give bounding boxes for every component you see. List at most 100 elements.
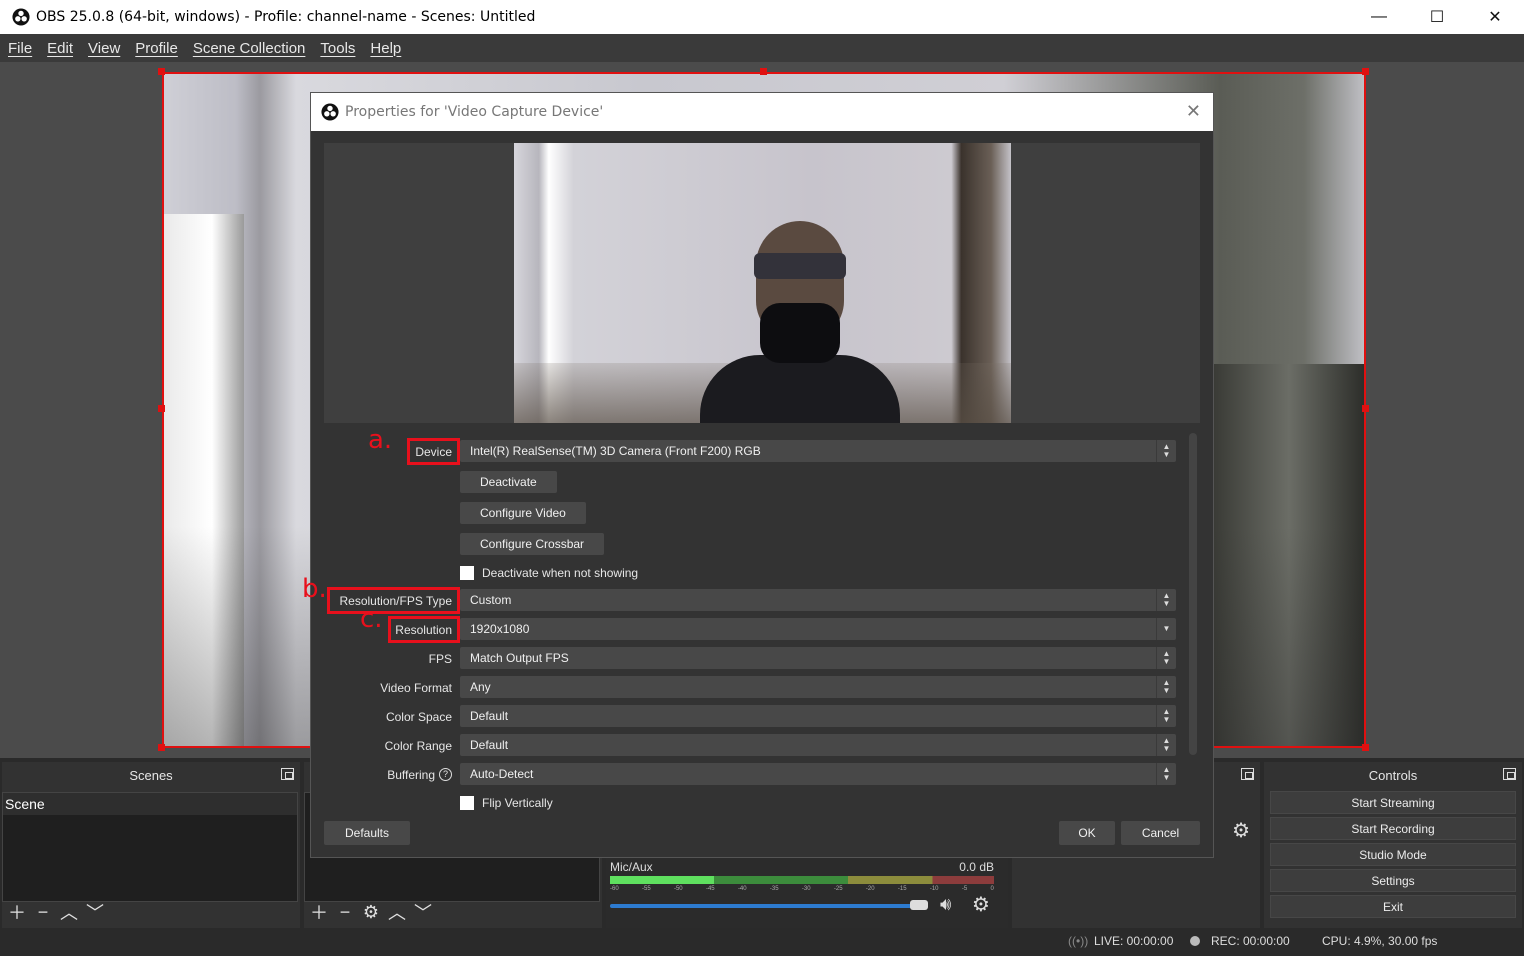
menu-file[interactable]: File	[8, 40, 32, 57]
device-value: Intel(R) RealSense(TM) 3D Camera (Front …	[470, 444, 761, 458]
color-space-value: Default	[470, 709, 509, 723]
scene-list-item[interactable]: Scene	[3, 793, 297, 815]
highlight-box	[388, 616, 460, 643]
dialog-close-button[interactable]: ✕	[1186, 101, 1201, 122]
resize-handle[interactable]	[1362, 405, 1369, 412]
defaults-button[interactable]: Defaults	[324, 821, 410, 845]
device-select[interactable]: Intel(R) RealSense(TM) 3D Camera (Front …	[460, 440, 1176, 462]
menu-scene-collection[interactable]: Scene Collection	[193, 40, 306, 57]
menu-edit[interactable]: Edit	[47, 40, 73, 57]
add-scene-icon[interactable]: ＋	[8, 902, 26, 923]
meter-scale-tick: -5	[961, 886, 968, 892]
updown-arrows-icon: ▲ ▼	[1156, 676, 1176, 698]
buffering-select[interactable]: Auto-Detect ▲ ▼	[460, 763, 1176, 785]
deactivate-button[interactable]: Deactivate	[460, 471, 557, 493]
buffering-label: Buffering	[387, 768, 435, 782]
move-down-icon[interactable]: ﹀	[414, 902, 432, 923]
live-timer: LIVE: 00:00:00	[1094, 934, 1174, 948]
menu-bar: File Edit View Profile Scene Collection …	[0, 34, 1524, 62]
deactivate-when-hidden-row: Deactivate when not showing	[324, 561, 1186, 585]
video-format-select[interactable]: Any ▲ ▼	[460, 676, 1176, 698]
resize-handle[interactable]	[1362, 68, 1369, 75]
menu-view[interactable]: View	[88, 40, 120, 57]
volume-slider[interactable]	[610, 904, 924, 908]
properties-form: a. b. c. Device Intel(R) RealSense(TM) 3…	[302, 425, 1200, 811]
checkbox-box	[460, 796, 474, 810]
scenes-dock: Scenes Scene ＋ − ︿ ﹀	[2, 762, 300, 928]
meter-scale-tick: -45	[705, 886, 715, 892]
resize-handle[interactable]	[158, 68, 165, 75]
volume-meter	[610, 876, 994, 884]
color-space-select[interactable]: Default ▲ ▼	[460, 705, 1176, 727]
meter-scale-tick: -30	[801, 886, 811, 892]
speaker-mute-icon[interactable]: 🔊︎	[940, 894, 951, 915]
configure-video-button[interactable]: Configure Video	[460, 502, 586, 524]
meter-scale-tick: 0	[990, 886, 994, 892]
start-streaming-button[interactable]: Start Streaming	[1270, 791, 1516, 814]
controls-dock-title: Controls	[1368, 767, 1418, 783]
window-title-bar: OBS 25.0.8 (64-bit, windows) - Profile: …	[0, 0, 1524, 34]
settings-button[interactable]: Settings	[1270, 869, 1516, 892]
exit-button[interactable]: Exit	[1270, 895, 1516, 918]
controls-dock-header: Controls	[1264, 762, 1522, 788]
resize-handle[interactable]	[1362, 744, 1369, 751]
color-range-label: Color Range	[384, 739, 452, 753]
color-range-select[interactable]: Default ▲ ▼	[460, 734, 1176, 756]
remove-source-icon[interactable]: −	[336, 902, 354, 922]
volume-slider-handle[interactable]	[909, 900, 928, 910]
video-format-row: Video Format Any ▲ ▼	[324, 676, 1186, 700]
cpu-fps-readout: CPU: 4.9%, 30.00 fps	[1322, 934, 1438, 948]
undock-icon[interactable]	[1503, 768, 1516, 780]
maximize-button[interactable]: ☐	[1408, 0, 1466, 34]
resolution-value: 1920x1080	[470, 622, 530, 636]
cancel-button[interactable]: Cancel	[1121, 821, 1200, 845]
volume-meter-level	[610, 876, 714, 884]
move-up-icon[interactable]: ︿	[60, 902, 78, 923]
scene-list: Scene	[2, 792, 298, 902]
res-fps-type-select[interactable]: Custom ▲ ▼	[460, 589, 1176, 611]
resize-handle[interactable]	[158, 405, 165, 412]
video-format-label: Video Format	[380, 681, 452, 695]
chevron-down-icon: ▼	[1156, 618, 1176, 640]
meter-scale: -60 -55 -50 -45 -40 -35 -30 -25 -20 -15 -10 -5 0	[610, 886, 994, 892]
video-format-value: Any	[470, 680, 491, 694]
fps-select[interactable]: Match Output FPS ▲ ▼	[460, 647, 1176, 669]
menu-help[interactable]: Help	[370, 40, 401, 57]
deactivate-when-not-showing-checkbox[interactable]: Deactivate when not showing	[460, 561, 638, 585]
remove-scene-icon[interactable]: −	[34, 902, 52, 922]
mixer-source-name: Mic/Aux	[610, 860, 653, 874]
source-settings-gear-icon[interactable]: ⚙	[362, 902, 380, 922]
move-up-icon[interactable]: ︿	[388, 902, 406, 923]
meter-scale-tick: -20	[865, 886, 875, 892]
minimize-button[interactable]: —	[1350, 0, 1408, 34]
move-down-icon[interactable]: ﹀	[86, 902, 104, 923]
mixer-db-value: 0.0 dB	[959, 860, 994, 874]
color-range-value: Default	[470, 738, 509, 752]
meter-scale-tick: -60	[610, 886, 619, 892]
undock-icon[interactable]	[281, 768, 294, 780]
rec-timer: REC: 00:00:00	[1211, 934, 1290, 948]
menu-tools[interactable]: Tools	[320, 40, 355, 57]
studio-mode-button[interactable]: Studio Mode	[1270, 843, 1516, 866]
ok-button[interactable]: OK	[1059, 821, 1115, 845]
flip-vertically-checkbox[interactable]: Flip Vertically	[460, 791, 553, 815]
close-window-button[interactable]: ✕	[1466, 0, 1524, 34]
start-recording-button[interactable]: Start Recording	[1270, 817, 1516, 840]
transition-settings-gear-icon[interactable]: ⚙	[1232, 818, 1250, 843]
resolution-select[interactable]: 1920x1080 ▼	[460, 618, 1176, 640]
add-source-icon[interactable]: ＋	[310, 902, 328, 923]
help-icon[interactable]: ?	[439, 768, 452, 781]
scenes-dock-title: Scenes	[129, 767, 173, 783]
resize-handle[interactable]	[158, 744, 165, 751]
color-space-row: Color Space Default ▲ ▼	[324, 705, 1186, 729]
mixer-settings-gear-icon[interactable]: ⚙	[972, 892, 990, 917]
updown-arrows-icon: ▲ ▼	[1156, 589, 1176, 611]
configure-crossbar-button[interactable]: Configure Crossbar	[460, 533, 605, 555]
buffering-value: Auto-Detect	[470, 767, 534, 781]
undock-icon[interactable]	[1241, 768, 1254, 780]
menu-profile[interactable]: Profile	[135, 40, 178, 57]
meter-scale-tick: -35	[769, 886, 779, 892]
color-range-row: Color Range Default ▲ ▼	[324, 734, 1186, 758]
resize-handle[interactable]	[760, 68, 767, 75]
updown-arrows-icon: ▲ ▼	[1156, 647, 1176, 669]
